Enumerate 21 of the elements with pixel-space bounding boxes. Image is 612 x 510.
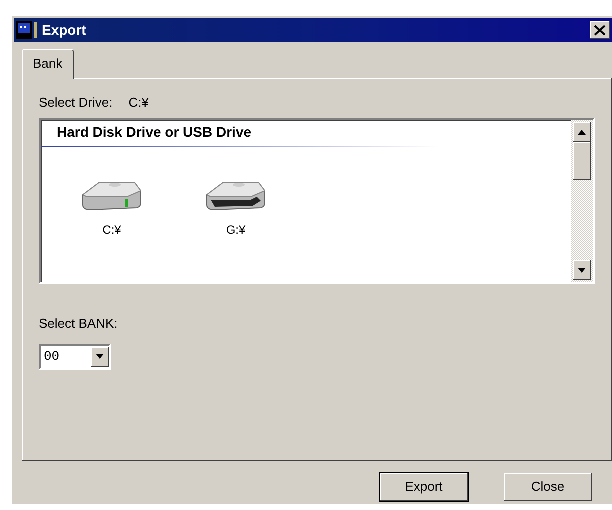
close-icon[interactable] bbox=[590, 21, 610, 39]
scroll-thumb[interactable] bbox=[573, 142, 591, 180]
dialog-button[interactable]: Close bbox=[504, 472, 592, 500]
scroll-up-button[interactable] bbox=[573, 122, 591, 142]
dialog-button[interactable]: Export bbox=[380, 472, 468, 500]
drive-label: Select Drive: bbox=[39, 94, 113, 112]
drive-item[interactable]: C:¥ bbox=[77, 177, 147, 239]
bank-label: Select BANK: bbox=[39, 315, 119, 333]
app-icon bbox=[16, 20, 38, 40]
tab[interactable]: Bank bbox=[22, 49, 74, 78]
bank-dropdown[interactable]: 00 bbox=[39, 344, 111, 370]
down-arrow-icon bbox=[96, 354, 104, 359]
list-header: Hard Disk Drive or USB Drive bbox=[56, 123, 253, 142]
scrollbar[interactable] bbox=[571, 120, 593, 282]
up-arrow-icon bbox=[578, 130, 586, 134]
dropdown-button[interactable] bbox=[91, 346, 109, 366]
window-title: Export bbox=[42, 20, 86, 40]
drive-value: C:¥ bbox=[128, 94, 149, 112]
down-arrow-icon bbox=[578, 268, 586, 272]
drive-item[interactable]: G:¥ bbox=[201, 177, 271, 239]
scroll-down-button[interactable] bbox=[573, 260, 591, 280]
